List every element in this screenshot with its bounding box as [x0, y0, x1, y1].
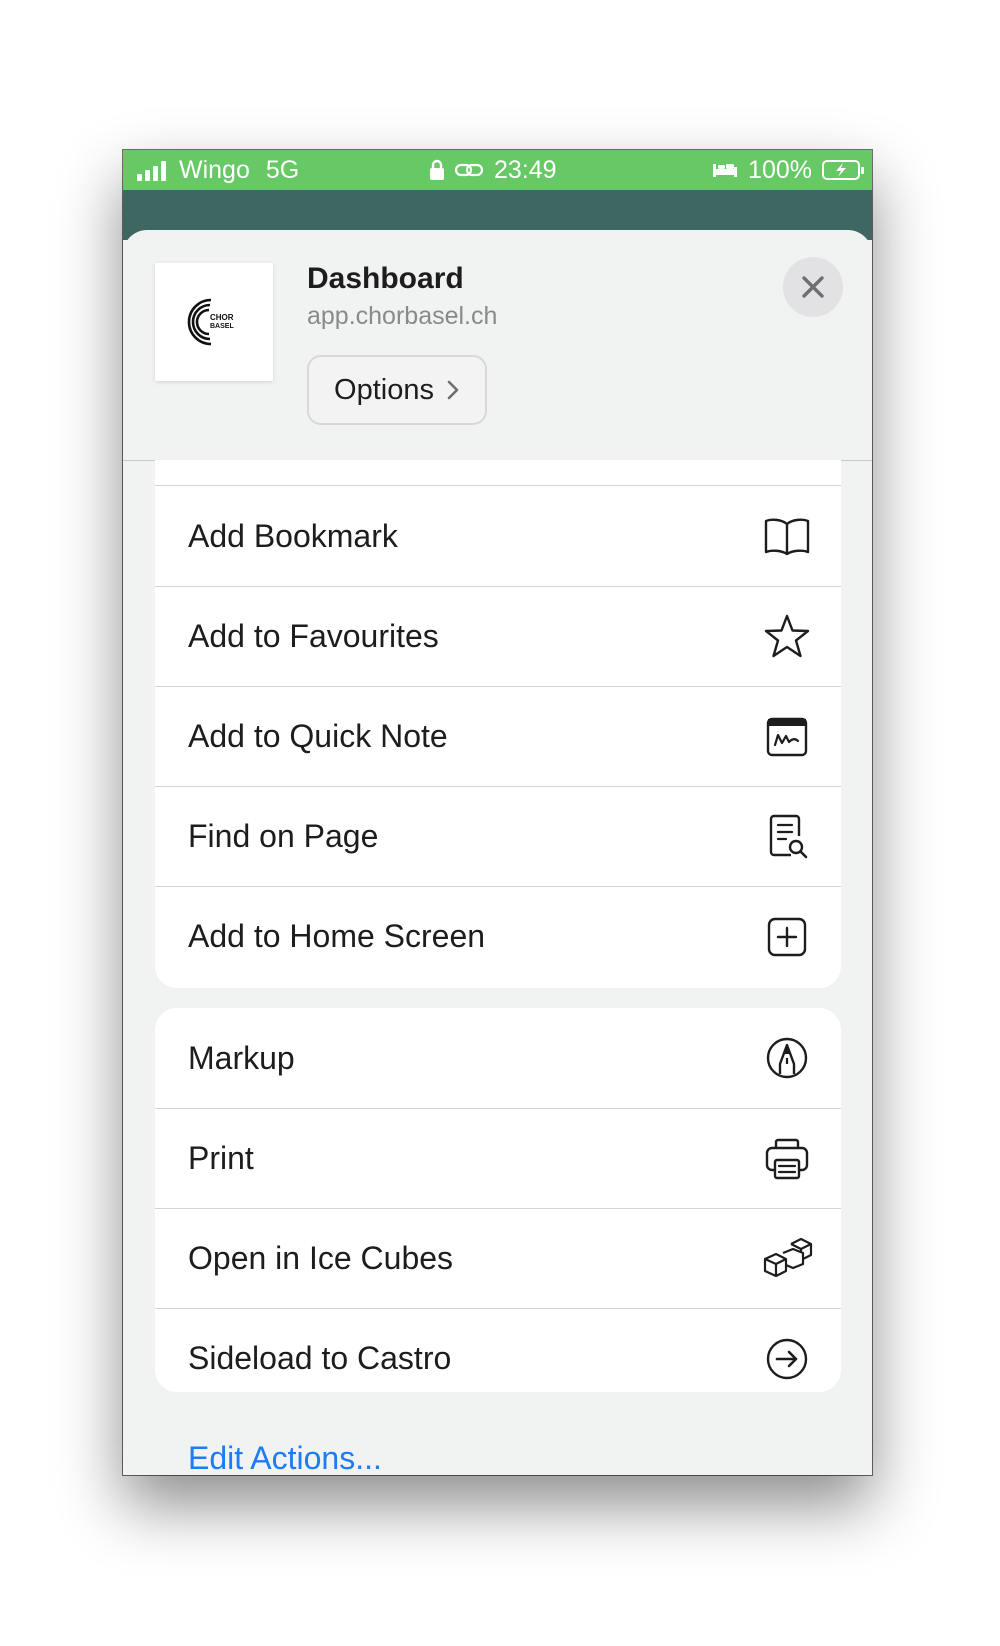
- scrolled-row-edge: [155, 460, 841, 486]
- options-button[interactable]: Options: [307, 355, 487, 425]
- status-center: 23:49: [428, 150, 557, 190]
- cubes-icon: [763, 1237, 813, 1277]
- actions-group-1: Add Bookmark Add to Favourites Add to Qu…: [155, 460, 841, 988]
- action-label: Add to Favourites: [188, 618, 439, 654]
- favicon-text-top: CHOR: [210, 313, 234, 322]
- action-label: Add to Home Screen: [188, 918, 486, 954]
- clock-time: 23:49: [494, 156, 557, 184]
- action-label: Add to Quick Note: [188, 718, 448, 754]
- chevron-right-icon: [447, 380, 459, 400]
- lock-icon: [430, 159, 444, 180]
- action-label: Markup: [188, 1039, 295, 1076]
- carrier-name: Wingo: [179, 156, 250, 184]
- printer-icon: [765, 1138, 809, 1179]
- action-label: Open in Ice Cubes: [188, 1240, 454, 1276]
- share-sheet-window: Wingo 5G 23:49 100% CHOR BASEL Dashboard…: [123, 150, 872, 1475]
- quick-note-icon: [766, 717, 808, 756]
- bed-icon: [713, 164, 738, 177]
- markup-pen-icon: [766, 1037, 808, 1079]
- find-doc-icon: [769, 814, 808, 858]
- action-label: Find on Page: [188, 818, 379, 854]
- page-title: Dashboard: [307, 262, 464, 295]
- link-icon: [454, 163, 484, 177]
- plus-square-icon: [767, 917, 807, 956]
- close-icon: [802, 276, 824, 298]
- battery-charging-icon: [822, 160, 864, 180]
- edit-actions-link[interactable]: Edit Actions...: [188, 1440, 382, 1475]
- action-label: Sideload to Castro: [188, 1340, 452, 1376]
- status-bar: Wingo 5G 23:49 100%: [123, 150, 872, 190]
- action-add-to-quick-note[interactable]: Add to Quick Note: [155, 686, 841, 786]
- status-left: Wingo 5G: [137, 150, 299, 190]
- signal-icon: [137, 159, 169, 181]
- actions-group-2: Markup Print Open in Ice Cubes Sideload …: [155, 1008, 841, 1392]
- action-open-in-ice-cubes[interactable]: Open in Ice Cubes: [155, 1208, 841, 1308]
- share-header: CHOR BASEL Dashboard app.chorbasel.ch Op…: [123, 230, 872, 460]
- action-markup[interactable]: Markup: [155, 1008, 841, 1108]
- action-add-to-favourites[interactable]: Add to Favourites: [155, 586, 841, 686]
- action-label: Print: [188, 1140, 254, 1176]
- action-sideload-to-castro[interactable]: Sideload to Castro: [155, 1308, 841, 1392]
- page-url: app.chorbasel.ch: [307, 302, 498, 330]
- arrow-circle-icon: [766, 1338, 808, 1379]
- status-right: 100%: [712, 150, 864, 190]
- star-icon: [764, 614, 810, 657]
- favicon-text-bottom: BASEL: [210, 323, 234, 330]
- network-type: 5G: [265, 156, 300, 184]
- action-find-on-page[interactable]: Find on Page: [155, 786, 841, 886]
- site-favicon: CHOR BASEL: [155, 263, 273, 381]
- action-print[interactable]: Print: [155, 1108, 841, 1208]
- options-label: Options: [334, 373, 434, 406]
- book-icon: [764, 518, 810, 556]
- battery-percent: 100%: [748, 156, 812, 184]
- share-sheet: CHOR BASEL Dashboard app.chorbasel.ch Op…: [123, 230, 872, 1475]
- action-add-bookmark[interactable]: Add Bookmark: [155, 486, 841, 586]
- action-add-to-home-screen[interactable]: Add to Home Screen: [155, 886, 841, 986]
- action-label: Add Bookmark: [188, 517, 398, 554]
- close-button[interactable]: [783, 257, 843, 317]
